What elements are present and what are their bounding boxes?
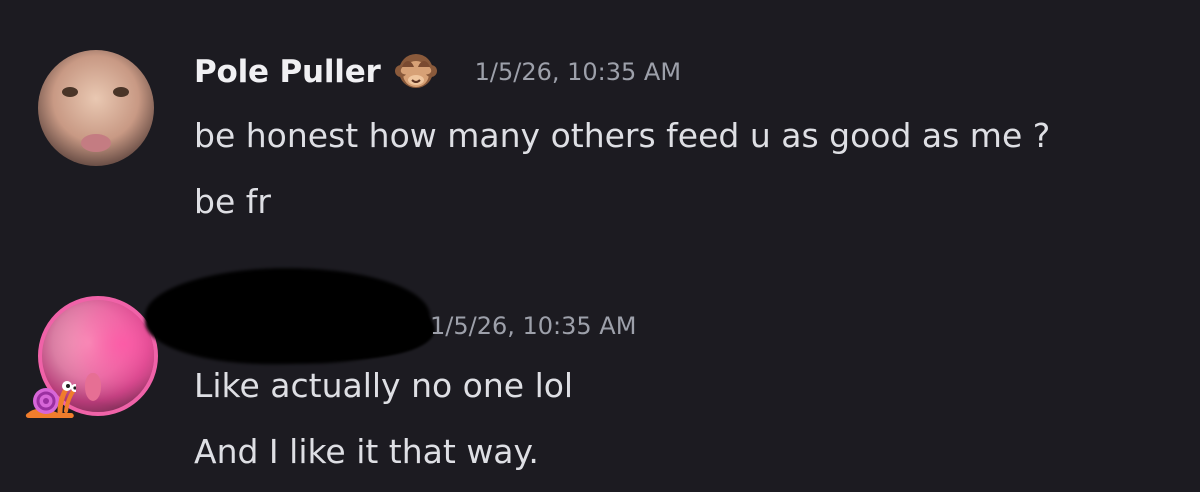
avatar-tongue xyxy=(85,373,101,401)
message-header: 1/5/26, 10:35 AM xyxy=(430,304,636,348)
message-text-line: And I like it that way. xyxy=(194,432,539,471)
avatar-lips xyxy=(81,134,111,152)
see-no-evil-monkey-icon xyxy=(393,49,439,95)
username[interactable]: Pole Puller xyxy=(194,54,381,90)
avatar[interactable] xyxy=(38,50,154,166)
message-text-line: be honest how many others feed u as good… xyxy=(194,116,1051,155)
message-text-line: Like actually no one lol xyxy=(194,366,574,405)
timestamp: 1/5/26, 10:35 AM xyxy=(430,312,637,340)
avatar-eye-right xyxy=(113,87,129,97)
message-header: Pole Puller 1/5/26, 10:35 AM xyxy=(194,50,681,94)
timestamp: 1/5/26, 10:35 AM xyxy=(474,58,682,86)
chat-screen: Pole Puller 1/5/26, 10:35 AM be honest h… xyxy=(0,0,1200,492)
message-text-line: be fr xyxy=(194,182,271,221)
avatar-eye-left xyxy=(62,87,78,97)
snail-icon xyxy=(24,378,76,420)
